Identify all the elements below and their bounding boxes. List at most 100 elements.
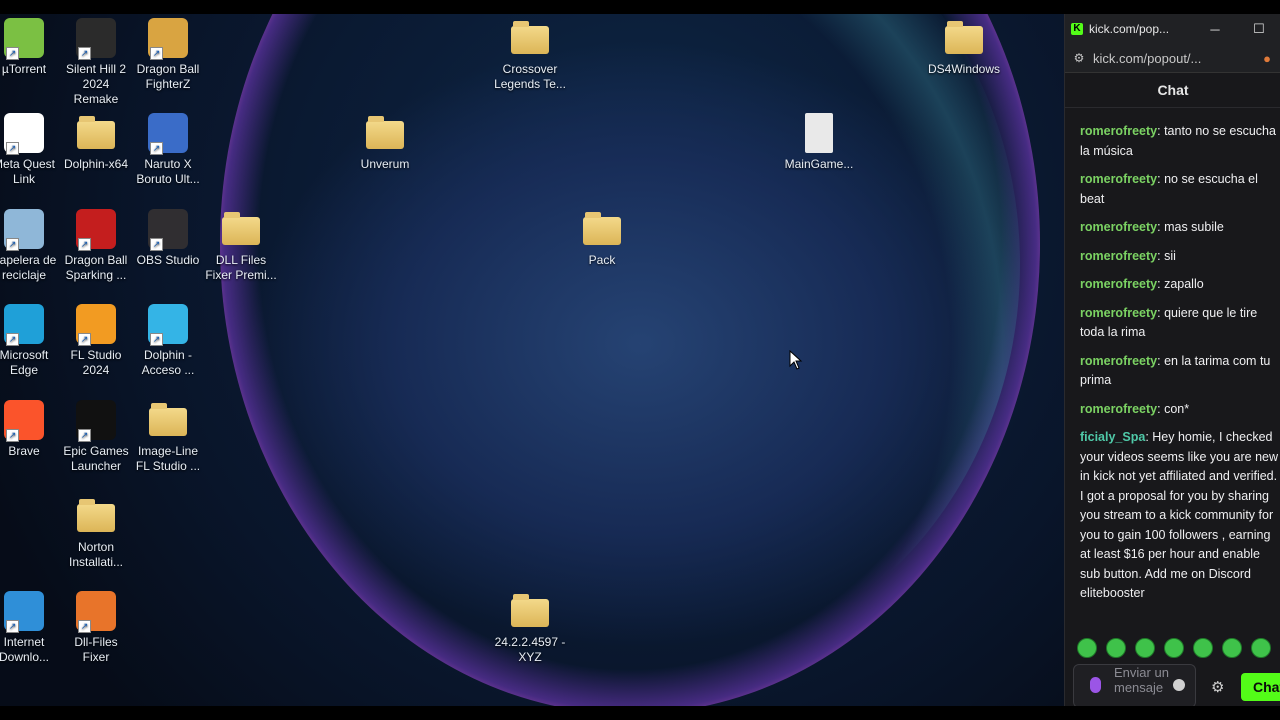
desktop-icon-label: Dolphin - Acceso ... (141, 348, 195, 377)
desktop-icon[interactable]: ↗ Silent Hill 2 2024 Remake (60, 18, 132, 107)
emote-icon[interactable] (1164, 638, 1184, 658)
emote-icon[interactable] (1077, 638, 1097, 658)
emote-icon[interactable] (1193, 638, 1213, 658)
emote-icon[interactable] (1106, 638, 1126, 658)
tab-title[interactable]: kick.com/pop... (1089, 22, 1193, 36)
desktop-icon-label: FL Studio 2024 (70, 348, 122, 377)
desktop-icon[interactable]: ↗ µTorrent (0, 18, 60, 77)
chat-username[interactable]: romerofreety (1080, 277, 1157, 291)
chat-message: romerofreety: sii (1065, 243, 1280, 272)
folder-icon (222, 212, 260, 245)
emote-icon[interactable] (1222, 638, 1242, 658)
chat-username[interactable]: romerofreety (1080, 124, 1157, 138)
chat-username[interactable]: romerofreety (1080, 249, 1157, 263)
desktop-icon[interactable]: 24.2.2.4597 - XYZ (494, 591, 566, 665)
app-icon: ↗ (4, 591, 44, 633)
chat-message: romerofreety: no se escucha el beat (1065, 166, 1280, 214)
desktop-icon[interactable]: DLL Files Fixer Premi... (205, 209, 277, 283)
desktop-icon-label: Image-Line FL Studio ... (135, 444, 201, 473)
emote-icon[interactable] (1251, 638, 1271, 658)
desktop-icon-label: µTorrent (1, 62, 47, 76)
desktop-icon-label: Dragon Ball Sparking ... (64, 253, 128, 282)
desktop-icon[interactable]: ↗ Meta Quest Link (0, 113, 60, 187)
desktop-icon[interactable]: ↗ Internet Downlo... (0, 591, 60, 665)
chat-title: Chat (1065, 73, 1280, 108)
desktop-icon[interactable]: DS4Windows (928, 18, 1000, 77)
desktop-icon-label: Dragon Ball FighterZ (136, 62, 200, 91)
desktop-icon[interactable]: Pack (566, 209, 638, 268)
desktop-icon[interactable]: Crossover Legends Te... (494, 18, 566, 92)
chat-username[interactable]: romerofreety (1080, 220, 1157, 234)
desktop-icon[interactable]: ↗ Naruto X Boruto Ult... (132, 113, 204, 187)
extension-icon[interactable]: ● (1253, 51, 1280, 66)
app-icon: ↗ (148, 18, 188, 60)
mouse-cursor-icon (789, 350, 803, 370)
chat-send-button[interactable]: Chat (1241, 673, 1280, 701)
minimize-button[interactable]: ─ (1193, 22, 1237, 37)
desktop-icon-label: Crossover Legends Te... (494, 62, 566, 91)
desktop-icon[interactable]: ↗ Papelera de reciclaje (0, 209, 60, 283)
app-icon: ↗ (4, 400, 44, 442)
chat-message: romerofreety: zapallo (1065, 271, 1280, 300)
desktop-icon-label: Silent Hill 2 2024 Remake (65, 62, 127, 106)
desktop-icon-label: Papelera de reciclaje (0, 253, 57, 282)
desktop-icon[interactable]: ↗ Dolphin - Acceso ... (132, 304, 204, 378)
desktop-icon-label: Naruto X Boruto Ult... (136, 157, 200, 186)
chat-text: mas subile (1164, 220, 1224, 234)
shortcut-arrow-icon: ↗ (6, 429, 19, 442)
desktop-icon[interactable]: Image-Line FL Studio ... (132, 400, 204, 474)
desktop-icon[interactable]: ↗ Dragon Ball FighterZ (132, 18, 204, 92)
desktop-icon-label: Norton Installati... (68, 540, 124, 569)
chat-username[interactable]: romerofreety (1080, 402, 1157, 416)
desktop-icon[interactable]: ↗ Brave (0, 400, 60, 459)
address-bar[interactable]: ⚙ kick.com/popout/... ● (1065, 44, 1280, 73)
wallpaper-glow (220, 14, 1040, 706)
shortcut-arrow-icon: ↗ (150, 142, 163, 155)
chat-username[interactable]: romerofreety (1080, 306, 1157, 320)
desktop-icon[interactable]: Dolphin-x64 (60, 113, 132, 172)
desktop-icon[interactable]: ↗ OBS Studio (132, 209, 204, 268)
maximize-button[interactable]: ☐ (1237, 21, 1280, 37)
app-icon: ↗ (76, 18, 116, 60)
desktop-icon[interactable]: ↗ Microsoft Edge (0, 304, 60, 378)
title-bar: K kick.com/pop... ─ ☐ (1065, 14, 1280, 44)
desktop-icon-label: Dolphin-x64 (63, 157, 129, 171)
app-icon: ↗ (76, 209, 116, 251)
chat-composer (1073, 664, 1196, 706)
emoji-icon[interactable] (1173, 679, 1185, 691)
shortcut-arrow-icon: ↗ (78, 429, 91, 442)
shortcut-arrow-icon: ↗ (78, 238, 91, 251)
shortcut-arrow-icon: ↗ (6, 142, 19, 155)
chat-username[interactable]: romerofreety (1080, 354, 1157, 368)
file-icon (805, 113, 833, 153)
chat-message: romerofreety: con* (1065, 396, 1280, 425)
chat-messages: romerofreety: tanto no se escucha la mús… (1065, 118, 1280, 609)
microphone-icon[interactable] (1090, 677, 1101, 693)
desktop-icon[interactable]: MainGame... (783, 113, 855, 172)
url-text[interactable]: kick.com/popout/... (1093, 51, 1253, 66)
desktop-icon[interactable]: ↗ Dll-Files Fixer (60, 591, 132, 665)
desktop-icon[interactable]: ↗ FL Studio 2024 (60, 304, 132, 378)
shortcut-arrow-icon: ↗ (6, 238, 19, 251)
desktop-icon[interactable]: Norton Installati... (60, 496, 132, 570)
chat-input[interactable] (1114, 665, 1174, 705)
desktop-icon-label: DS4Windows (928, 62, 1001, 76)
emote-icon[interactable] (1135, 638, 1155, 658)
app-icon: ↗ (4, 304, 44, 346)
shortcut-arrow-icon: ↗ (150, 47, 163, 60)
chat-username[interactable]: ficialy_Spa (1080, 430, 1145, 444)
chat-username[interactable]: romerofreety (1080, 172, 1157, 186)
desktop-icon[interactable]: ↗ Epic Games Launcher (60, 400, 132, 474)
shortcut-arrow-icon: ↗ (78, 333, 91, 346)
folder-icon (149, 403, 187, 436)
site-settings-icon[interactable]: ⚙ (1065, 51, 1093, 65)
desktop-icon[interactable]: Unverum (349, 113, 421, 172)
app-icon: ↗ (4, 209, 44, 251)
chat-text: con* (1164, 401, 1190, 416)
desktop-icon[interactable]: ↗ Dragon Ball Sparking ... (60, 209, 132, 283)
chat-message: romerofreety: tanto no se escucha la mús… (1065, 118, 1280, 166)
folder-icon (511, 21, 549, 54)
chat-message: romerofreety: mas subile (1065, 214, 1280, 243)
shortcut-arrow-icon: ↗ (150, 238, 163, 251)
settings-gear-icon[interactable]: ⚙ (1211, 678, 1224, 696)
